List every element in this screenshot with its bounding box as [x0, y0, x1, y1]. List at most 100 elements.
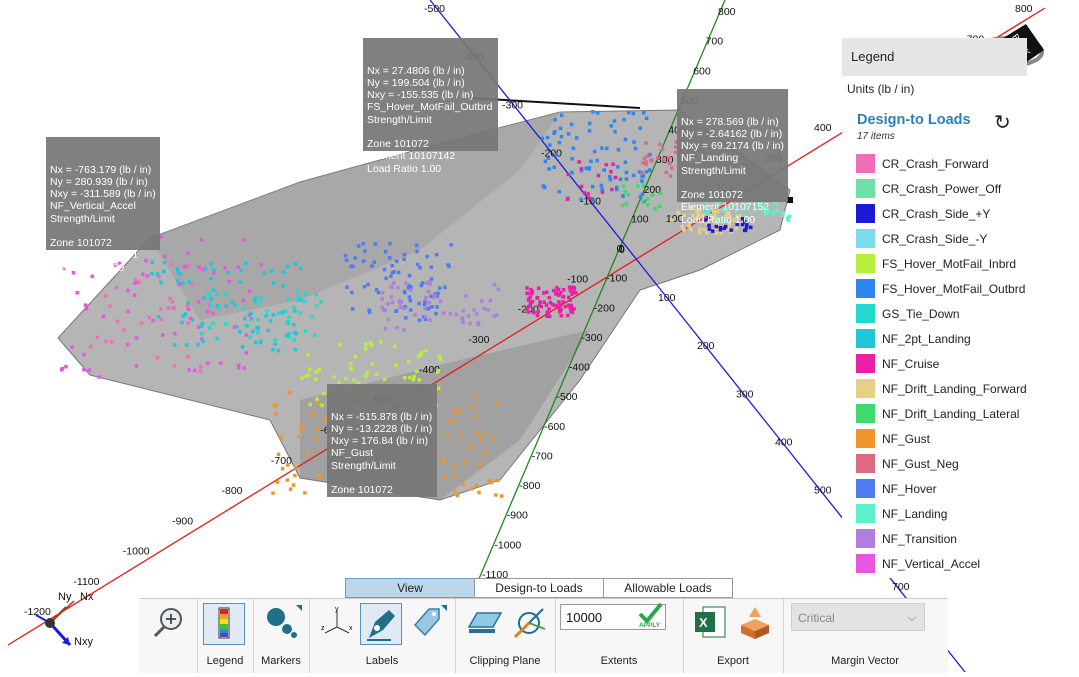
load-point — [461, 482, 466, 487]
legend-item[interactable]: CR_Crash_Power_Off — [856, 176, 1027, 201]
load-point — [373, 242, 378, 246]
legend-header: Legend — [842, 38, 1027, 76]
load-point — [395, 259, 399, 264]
load-point — [276, 452, 281, 457]
load-point — [280, 310, 285, 315]
legend-item[interactable]: NF_Drift_Landing_Lateral — [856, 401, 1027, 426]
load-point — [644, 141, 648, 145]
load-point — [296, 434, 301, 439]
load-point — [404, 316, 408, 320]
margin-vector-select[interactable]: Critical ⌵ — [791, 603, 925, 631]
legend-item[interactable]: GS_Tie_Down — [856, 301, 1027, 326]
legend-item[interactable]: NF_Vertical_Accel — [856, 551, 1027, 576]
load-point — [223, 266, 227, 270]
load-point — [429, 294, 433, 299]
load-point — [568, 289, 573, 293]
legend-item[interactable]: CR_Crash_Side_-Y — [856, 226, 1027, 251]
load-point — [495, 478, 499, 483]
load-point — [472, 404, 476, 409]
load-point — [275, 480, 280, 484]
load-point — [211, 311, 215, 315]
axis-tick-label: 400 — [775, 437, 793, 449]
load-point — [460, 317, 464, 321]
load-point — [236, 265, 240, 269]
load-point — [394, 363, 398, 368]
axis-labels-button[interactable]: y z x — [315, 603, 357, 643]
legend-swatch — [856, 379, 875, 398]
load-point — [167, 306, 171, 310]
load-point — [591, 110, 595, 114]
tab-allowable-loads[interactable]: Allowable Loads — [603, 578, 733, 598]
load-point — [600, 190, 605, 194]
load-point — [417, 301, 421, 306]
load-point — [435, 253, 439, 257]
excel-icon: X — [695, 606, 726, 638]
chevron-down-icon: ⌵ — [907, 612, 916, 624]
markers-icon — [267, 605, 302, 638]
tab-design-to-loads[interactable]: Design-to Loads — [474, 578, 604, 598]
load-point — [590, 184, 595, 189]
load-point — [256, 318, 260, 322]
load-point — [186, 307, 191, 311]
load-point — [587, 196, 592, 200]
load-point — [657, 204, 662, 208]
load-point — [633, 146, 638, 151]
legend-item[interactable]: FS_Hover_MotFail_Outbrd — [856, 276, 1027, 301]
load-point — [304, 374, 308, 379]
legend-item[interactable]: NF_2pt_Landing — [856, 326, 1027, 351]
load-point — [492, 283, 497, 287]
clipping-target-button[interactable] — [509, 603, 551, 643]
load-point — [264, 314, 268, 318]
load-point — [257, 301, 262, 305]
load-point — [60, 366, 65, 371]
load-point — [429, 277, 434, 281]
pen-labels-button[interactable] — [360, 603, 402, 645]
tag-labels-button[interactable] — [405, 603, 447, 643]
load-point — [361, 259, 366, 263]
load-point — [176, 270, 180, 274]
refresh-icon[interactable]: ↻ — [994, 110, 1011, 135]
load-point — [198, 369, 202, 373]
legend-list: CR_Crash_Forward CR_Crash_Power_Off CR_Cra… — [856, 151, 1027, 576]
legend-item[interactable]: NF_Hover — [856, 476, 1027, 501]
legend-item[interactable]: NF_Gust — [856, 426, 1027, 451]
load-point — [632, 140, 636, 144]
load-point — [407, 273, 412, 278]
load-point — [453, 473, 457, 477]
markers-button[interactable] — [260, 603, 302, 643]
load-point — [171, 306, 176, 310]
load-point — [535, 313, 540, 318]
load-point — [170, 299, 175, 304]
load-point — [224, 304, 228, 308]
load-point — [624, 177, 629, 181]
load-point — [159, 234, 164, 239]
legend-item[interactable]: CR_Crash_Side_+Y — [856, 201, 1027, 226]
load-point — [64, 365, 68, 369]
clipping-plane-button[interactable] — [463, 603, 505, 643]
legend-item[interactable]: NF_Drift_Landing_Forward — [856, 376, 1027, 401]
legend-item[interactable]: NF_Landing — [856, 501, 1027, 526]
labels-group: y z x Labels — [309, 599, 456, 673]
legend-item[interactable]: NF_Gust_Neg — [856, 451, 1027, 476]
legend-item[interactable]: CR_Crash_Forward — [856, 151, 1027, 176]
load-point — [404, 281, 408, 286]
legend-item[interactable]: NF_Cruise — [856, 351, 1027, 376]
legend-item-label: CR_Crash_Forward — [882, 156, 989, 171]
load-point — [592, 149, 597, 154]
legend-swatch — [856, 429, 875, 448]
zoom-in-button[interactable] — [147, 603, 189, 643]
load-point — [547, 307, 551, 311]
load-point — [553, 129, 557, 134]
tab-view[interactable]: View — [345, 578, 475, 598]
legend-toggle-button[interactable] — [203, 603, 245, 645]
axis-tick-label: 200 — [697, 340, 715, 352]
load-point — [402, 257, 406, 261]
load-point — [631, 173, 636, 178]
legend-item[interactable]: NF_Transition — [856, 526, 1027, 551]
legend-swatch — [856, 254, 875, 273]
load-point — [618, 177, 623, 181]
export-model-button[interactable] — [735, 603, 777, 643]
legend-item[interactable]: FS_Hover_MotFail_Inbrd — [856, 251, 1027, 276]
export-excel-button[interactable]: X — [689, 603, 731, 643]
legend-item-label: NF_2pt_Landing — [882, 331, 971, 346]
